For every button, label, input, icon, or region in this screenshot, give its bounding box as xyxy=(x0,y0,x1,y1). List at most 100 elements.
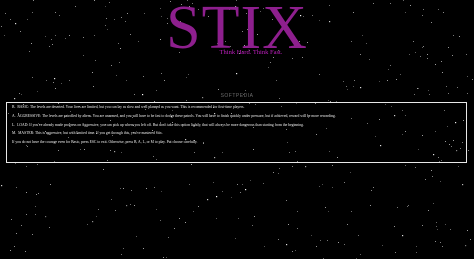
star xyxy=(347,89,348,90)
star xyxy=(146,188,147,189)
star xyxy=(322,184,323,185)
mode-description: MASTER: This is aggressive, but with lim… xyxy=(18,131,163,136)
star xyxy=(10,250,11,251)
star xyxy=(427,58,428,59)
star xyxy=(188,74,189,75)
star xyxy=(319,186,320,187)
star xyxy=(276,80,277,81)
star xyxy=(450,229,451,230)
star xyxy=(103,169,104,170)
star xyxy=(416,246,417,247)
star xyxy=(126,80,127,81)
star xyxy=(154,187,155,188)
star xyxy=(1,185,3,187)
star xyxy=(351,211,352,212)
star xyxy=(436,226,437,227)
star xyxy=(418,88,419,89)
star xyxy=(428,90,429,91)
star xyxy=(467,230,468,231)
star xyxy=(415,167,416,168)
star xyxy=(273,172,274,173)
star xyxy=(245,90,246,91)
star xyxy=(254,216,255,217)
star xyxy=(344,244,345,245)
star xyxy=(325,207,326,208)
star xyxy=(32,234,33,235)
star xyxy=(198,206,199,207)
star xyxy=(440,242,441,243)
star xyxy=(245,189,247,191)
star xyxy=(332,165,333,166)
star xyxy=(136,236,137,237)
star xyxy=(45,216,47,218)
star xyxy=(92,72,93,73)
star xyxy=(37,164,38,165)
mode-description: LOAD: If you've already made progress on… xyxy=(17,122,304,127)
mode-master[interactable]: M. MASTER: This is aggressive, but with … xyxy=(12,131,461,135)
star xyxy=(431,170,432,171)
star xyxy=(26,192,27,193)
star xyxy=(54,78,56,80)
game-logo: STIX xyxy=(166,0,308,62)
star xyxy=(297,228,298,229)
star xyxy=(396,79,397,80)
star xyxy=(240,192,241,193)
star xyxy=(61,83,62,84)
star xyxy=(126,205,128,207)
star xyxy=(160,220,161,221)
star xyxy=(231,197,232,198)
star xyxy=(343,81,344,82)
mode-basic[interactable]: B. BASIC: The levels are deserted. Your … xyxy=(12,105,461,109)
star xyxy=(435,64,436,65)
star xyxy=(36,194,37,195)
star xyxy=(121,254,122,255)
star xyxy=(93,86,94,87)
star xyxy=(433,203,434,204)
star xyxy=(360,254,361,255)
mode-aggressive[interactable]: A. AGGRESSIVE: The levels are patrolled … xyxy=(12,114,461,118)
mode-description: BASIC: The levels are deserted. Your liv… xyxy=(17,105,245,109)
star xyxy=(338,242,339,243)
star xyxy=(328,211,329,212)
star xyxy=(166,257,167,258)
star xyxy=(370,205,371,206)
star xyxy=(218,89,219,90)
star xyxy=(416,252,417,253)
star xyxy=(131,190,132,191)
star xyxy=(35,206,36,207)
star xyxy=(432,176,433,177)
star xyxy=(191,164,192,165)
star xyxy=(279,168,280,169)
star xyxy=(402,235,404,237)
star xyxy=(373,187,374,188)
star xyxy=(278,173,279,174)
star xyxy=(369,59,370,60)
star xyxy=(332,187,333,188)
star xyxy=(422,225,423,226)
star xyxy=(216,196,218,198)
star xyxy=(143,76,144,77)
star xyxy=(156,209,157,210)
game-tagline: Think Hard. Think Fast. xyxy=(219,49,283,56)
star xyxy=(320,240,321,241)
star xyxy=(119,62,120,63)
star xyxy=(395,252,396,253)
star xyxy=(436,222,437,223)
star xyxy=(353,86,354,87)
star xyxy=(21,225,22,226)
star xyxy=(123,188,124,189)
star xyxy=(235,238,236,239)
star xyxy=(268,67,269,68)
star xyxy=(263,183,264,184)
star xyxy=(319,74,320,75)
star xyxy=(252,225,253,226)
mode-load[interactable]: L. LOAD: If you've already made progress… xyxy=(12,123,461,127)
star xyxy=(120,188,121,189)
star xyxy=(417,88,418,89)
star xyxy=(371,190,372,191)
star xyxy=(130,204,131,205)
star xyxy=(207,199,209,201)
star xyxy=(295,250,296,251)
star xyxy=(111,65,112,66)
star xyxy=(292,166,293,167)
